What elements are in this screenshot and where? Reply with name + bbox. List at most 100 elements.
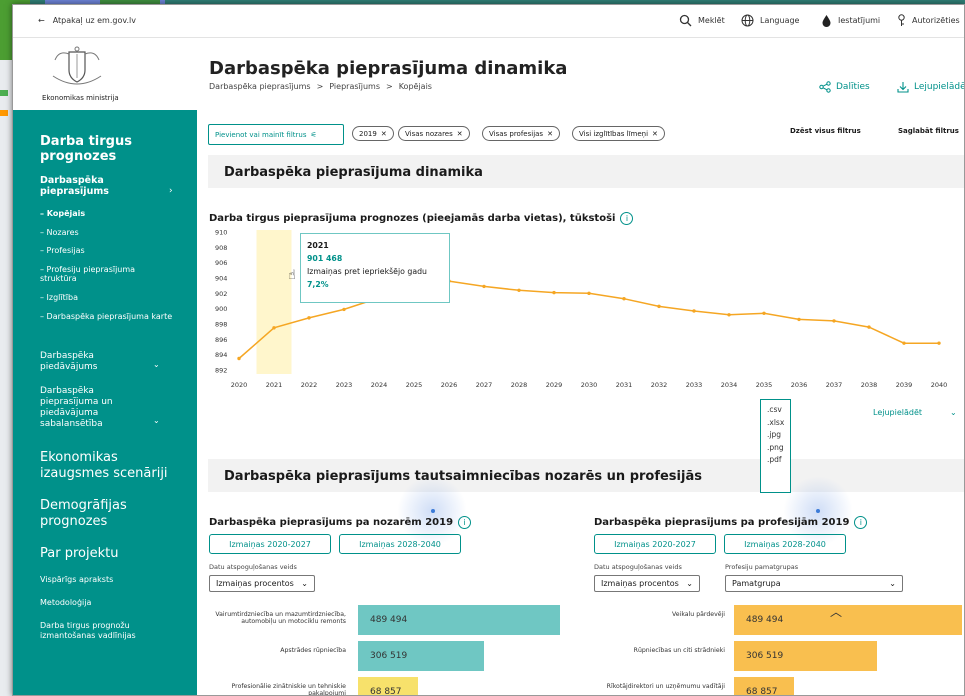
download-csv-option[interactable]: .csv xyxy=(767,404,790,417)
nav-item-izglitiba[interactable]: – Izglītība xyxy=(40,293,78,302)
x-tick-label: 2040 xyxy=(931,381,948,389)
download-page-button[interactable]: Lejupielādēt ⌄ xyxy=(897,81,964,93)
bar[interactable]: 68 857 xyxy=(734,677,794,695)
arrow-left-icon: ← xyxy=(38,16,45,25)
download-pdf-option[interactable]: .pdf xyxy=(767,454,790,467)
save-filters-button[interactable]: Saglabāt filtrus xyxy=(898,127,959,135)
y-tick-label: 904 xyxy=(215,275,227,283)
bar[interactable]: 489 494 xyxy=(358,605,560,635)
back-link[interactable]: ← Atpakaļ uz em.gov.lv xyxy=(38,16,136,25)
section-title[interactable]: Darba tirgus prognozes xyxy=(40,134,180,164)
professions-group-select[interactable]: Pamatgrupa ⌄ xyxy=(725,575,903,592)
breadcrumb-item[interactable]: Pieprasījums xyxy=(329,82,380,91)
line-chart-title: Darba tirgus pieprasījuma prognozes (pie… xyxy=(209,212,634,225)
search-button[interactable]: Meklēt xyxy=(679,14,725,27)
y-tick-label: 898 xyxy=(215,321,227,329)
data-point xyxy=(237,356,241,361)
nav-item-kopejais[interactable]: – Kopējais xyxy=(40,209,85,218)
nav-item-nozares[interactable]: – Nozares xyxy=(40,228,79,237)
download-png-option[interactable]: .png xyxy=(767,442,790,455)
filter-chip-education[interactable]: Visi izglītības līmeņi ✕ xyxy=(572,126,665,141)
bar-category-label: Rīkotājdirektori un uzņēmumu vadītāji xyxy=(606,683,725,690)
coat-of-arms-icon xyxy=(52,46,102,85)
bar-category-label: Veikalu pārdevēji xyxy=(672,611,725,618)
bar[interactable]: 306 519 xyxy=(358,641,485,671)
nav-item-struktura[interactable]: – Profesiju pieprasījuma struktūra xyxy=(40,265,158,283)
bar-category-label: Profesionālie zinātniskie un tehniskie p… xyxy=(231,683,346,696)
chart-tooltip: 2021 901 468 Izmaiņas pret iepriekšējo g… xyxy=(300,233,450,303)
data-point xyxy=(797,317,801,322)
x-tick-label: 2023 xyxy=(336,381,353,389)
x-tick-label: 2037 xyxy=(826,381,843,389)
nav-about-guidelines[interactable]: Darba tirgus prognožu izmantošanas vadlī… xyxy=(40,621,180,641)
professions-change-2028-2040-button[interactable]: Izmaiņas 2028-2040 xyxy=(724,534,846,554)
nav-demography[interactable]: Demogrāfijas prognozes xyxy=(40,498,170,530)
breadcrumb-item[interactable]: Kopējais xyxy=(399,82,432,91)
industries-change-2020-2027-button[interactable]: Izmaiņas 2020-2027 xyxy=(209,534,331,554)
nav-item-karte[interactable]: – Darbaspēka pieprasījuma karte xyxy=(40,312,175,321)
nav-group-supply[interactable]: Darbaspēka piedāvājums xyxy=(40,351,130,373)
breadcrumb-item[interactable]: Darbaspēka pieprasījums xyxy=(209,82,311,91)
close-icon[interactable]: ✕ xyxy=(457,130,463,138)
professions-change-2020-2027-button[interactable]: Izmaiņas 2020-2027 xyxy=(594,534,716,554)
filter-chip-professions[interactable]: Visas profesijas ✕ xyxy=(482,126,560,141)
share-button[interactable]: Dalīties xyxy=(819,81,870,93)
login-button[interactable]: Autorizēties xyxy=(897,14,960,27)
data-point xyxy=(937,341,941,345)
nav-group-balance[interactable]: Darbaspēka pieprasījuma un piedāvājuma s… xyxy=(40,386,140,430)
professions-mode-select[interactable]: Izmaiņas procentos ⌄ xyxy=(594,575,700,592)
bar[interactable]: 68 857 xyxy=(358,677,418,695)
clear-filters-button[interactable]: Dzēst visus filtrus xyxy=(790,127,861,135)
close-icon[interactable]: ✕ xyxy=(652,130,658,138)
info-icon[interactable]: i xyxy=(620,212,634,225)
settings-button[interactable]: Iestatījumi xyxy=(821,14,880,27)
bar-category-label: Rūpniecības un citi strādnieki xyxy=(633,647,725,654)
data-point xyxy=(272,326,276,330)
nav-about[interactable]: Par projektu xyxy=(40,546,118,561)
y-tick-label: 910 xyxy=(215,230,227,237)
info-icon[interactable]: i xyxy=(854,516,868,529)
nav-about-methodology[interactable]: Metodoloģija xyxy=(40,598,91,607)
download-jpg-option[interactable]: .jpg xyxy=(767,429,790,442)
chevron-up-icon[interactable]: ︿ xyxy=(830,603,842,620)
bar[interactable]: 306 519 xyxy=(734,641,877,671)
industries-change-2028-2040-button[interactable]: Izmaiņas 2028-2040 xyxy=(339,534,461,554)
section-header-industries: Darbaspēka pieprasījums tautsaimniecības… xyxy=(208,459,964,492)
x-tick-label: 2021 xyxy=(266,381,283,389)
info-icon[interactable]: i xyxy=(458,516,472,529)
edit-filters-button[interactable]: Pievienot vai mainīt filtrus ⚟ xyxy=(208,124,344,145)
download-xlsx-option[interactable]: .xlsx xyxy=(767,417,790,430)
y-tick-label: 894 xyxy=(215,351,227,359)
chevron-down-icon: ⌄ xyxy=(950,408,957,417)
filter-bar: Pievienot vai mainīt filtrus ⚟ 2019 ✕ Vis… xyxy=(208,124,964,146)
highlight-dot xyxy=(816,509,820,513)
data-point xyxy=(587,291,591,296)
bar[interactable]: 489 494 xyxy=(734,605,962,635)
data-point xyxy=(657,304,661,309)
x-tick-label: 2024 xyxy=(371,381,388,389)
professions-mode-label: Datu atspoguļošanas veids xyxy=(594,563,682,571)
filter-chip-industries[interactable]: Visas nozares ✕ xyxy=(398,126,470,141)
y-tick-label: 892 xyxy=(215,367,227,375)
bar-category-label: Apstrādes rūpniecība xyxy=(280,647,346,654)
industries-chart-title: Darbaspēka pieprasījums pa nozarēm 2019 … xyxy=(209,516,472,529)
nav-scenarios[interactable]: Ekonomikas izaugsmes scenāriji xyxy=(40,450,190,482)
bar-value-label: 489 494 xyxy=(370,615,408,625)
nav-group-demand[interactable]: Darbaspēka pieprasījums xyxy=(40,175,140,197)
data-point xyxy=(517,288,521,292)
line-chart: 892 894 896 898 900 902 904 906 908 910 2020 2021 20… xyxy=(215,229,955,400)
filter-chip-year[interactable]: 2019 ✕ xyxy=(352,126,394,141)
x-tick-label: 2030 xyxy=(581,381,598,389)
ministry-logo[interactable]: Ekonomikas ministrija xyxy=(13,38,197,110)
close-icon[interactable]: ✕ xyxy=(547,130,553,138)
chart-download-button[interactable]: Lejupielādēt xyxy=(873,408,922,417)
nav-about-overview[interactable]: Vispārīgs apraksts xyxy=(40,575,113,584)
chevron-down-icon: ⌄ xyxy=(686,579,693,588)
bar-value-label: 489 494 xyxy=(746,615,784,625)
language-button[interactable]: Language xyxy=(741,14,799,27)
close-icon[interactable]: ✕ xyxy=(381,130,387,138)
professions-chart-title: Darbaspēka pieprasījums pa profesijām 20… xyxy=(594,516,868,529)
industries-mode-select[interactable]: Izmaiņas procentos ⌄ xyxy=(209,575,315,592)
nav-item-profesijas[interactable]: – Profesijas xyxy=(40,246,85,255)
data-point xyxy=(692,309,696,313)
